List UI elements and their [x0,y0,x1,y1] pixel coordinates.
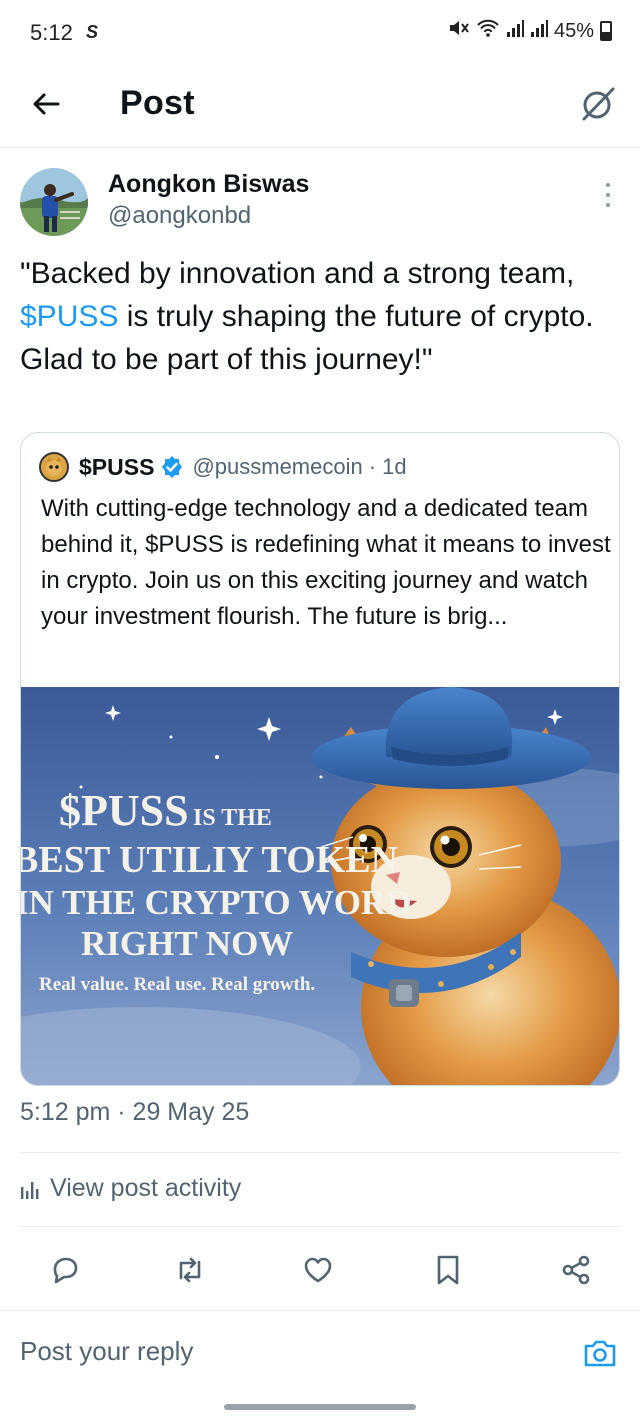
like-icon [304,1257,332,1283]
arrow-left-icon [33,93,60,115]
more-options-button[interactable] [598,180,618,210]
status-icons: 45% [448,18,612,44]
signal-icon [530,18,548,44]
bookmark-icon [437,1255,459,1285]
analytics-icon [21,1181,39,1199]
quote-avatar [39,452,69,482]
status-time: 5:12 [30,20,73,45]
author-name[interactable]: Aongkon Biswas [108,170,309,199]
image-tagline: Real value. Real use. Real growth. [39,974,315,995]
image-title: $PUSS [59,786,189,835]
more-dots-icon [606,183,610,187]
image-line-4: RIGHT NOW [81,924,293,963]
quote-author-name: $PUSS [79,453,155,480]
more-dot [606,203,610,207]
repost-icon [179,1257,201,1283]
page-title: Post [120,84,195,122]
quote-text: With cutting-edge technology and a dedic… [41,495,611,630]
image-title-small: IS THE [193,805,272,831]
repost-button[interactable] [170,1250,210,1290]
signal-icon [506,18,524,44]
post-timestamp[interactable]: 5:12 pm · 29 May 25 [20,1098,249,1127]
image-line-2: BEST UTILIY TOKEN [21,839,398,881]
back-button[interactable] [26,84,66,124]
quote-header: $PUSS @pussmemecoin · 1d [39,451,407,483]
activity-label: View post activity [50,1174,242,1202]
quote-age: · 1d [368,454,407,479]
battery-icon [600,21,612,41]
reply-button[interactable] [45,1250,85,1290]
grok-icon [582,87,615,121]
share-icon [562,1255,590,1285]
more-dot [606,193,610,197]
avatar[interactable] [20,168,88,236]
share-button[interactable] [556,1250,596,1290]
action-bar [0,1242,640,1298]
wifi-icon [476,18,500,44]
divider [20,1226,620,1227]
quote-image[interactable]: $PUSS IS THE BEST UTILIY TOKEN IN THE CR… [21,687,620,1086]
mute-icon [448,18,470,44]
reply-input[interactable] [20,1323,560,1379]
home-indicator[interactable] [224,1404,416,1410]
divider [20,1152,620,1153]
author-handle[interactable]: @aongkonbd [108,202,251,230]
post-text: "Backed by innovation and a strong team,… [20,252,620,381]
header: Post [0,62,640,148]
post-text-part1: "Backed by innovation and a strong team, [20,257,575,290]
status-bar: 5:12 S 45% [0,0,640,62]
grok-button[interactable] [576,82,620,126]
app-indicator: S [86,22,99,42]
cashtag-link[interactable]: $PUSS [20,300,118,333]
quoted-post[interactable]: $PUSS @pussmemecoin · 1d With cutting-ed… [20,432,620,1086]
camera-button[interactable] [580,1335,620,1371]
reply-icon [53,1257,78,1284]
camera-icon [584,1340,616,1367]
quote-author-handle: @pussmemecoin [192,454,363,479]
image-line-3: IN THE CRYPTO WORD [21,883,411,922]
like-button[interactable] [298,1250,338,1290]
reply-area [0,1310,640,1390]
view-post-activity[interactable]: View post activity [20,1174,241,1203]
battery-percent: 45% [553,19,594,42]
bookmark-button[interactable] [428,1250,468,1290]
verified-badge-icon [162,456,183,478]
